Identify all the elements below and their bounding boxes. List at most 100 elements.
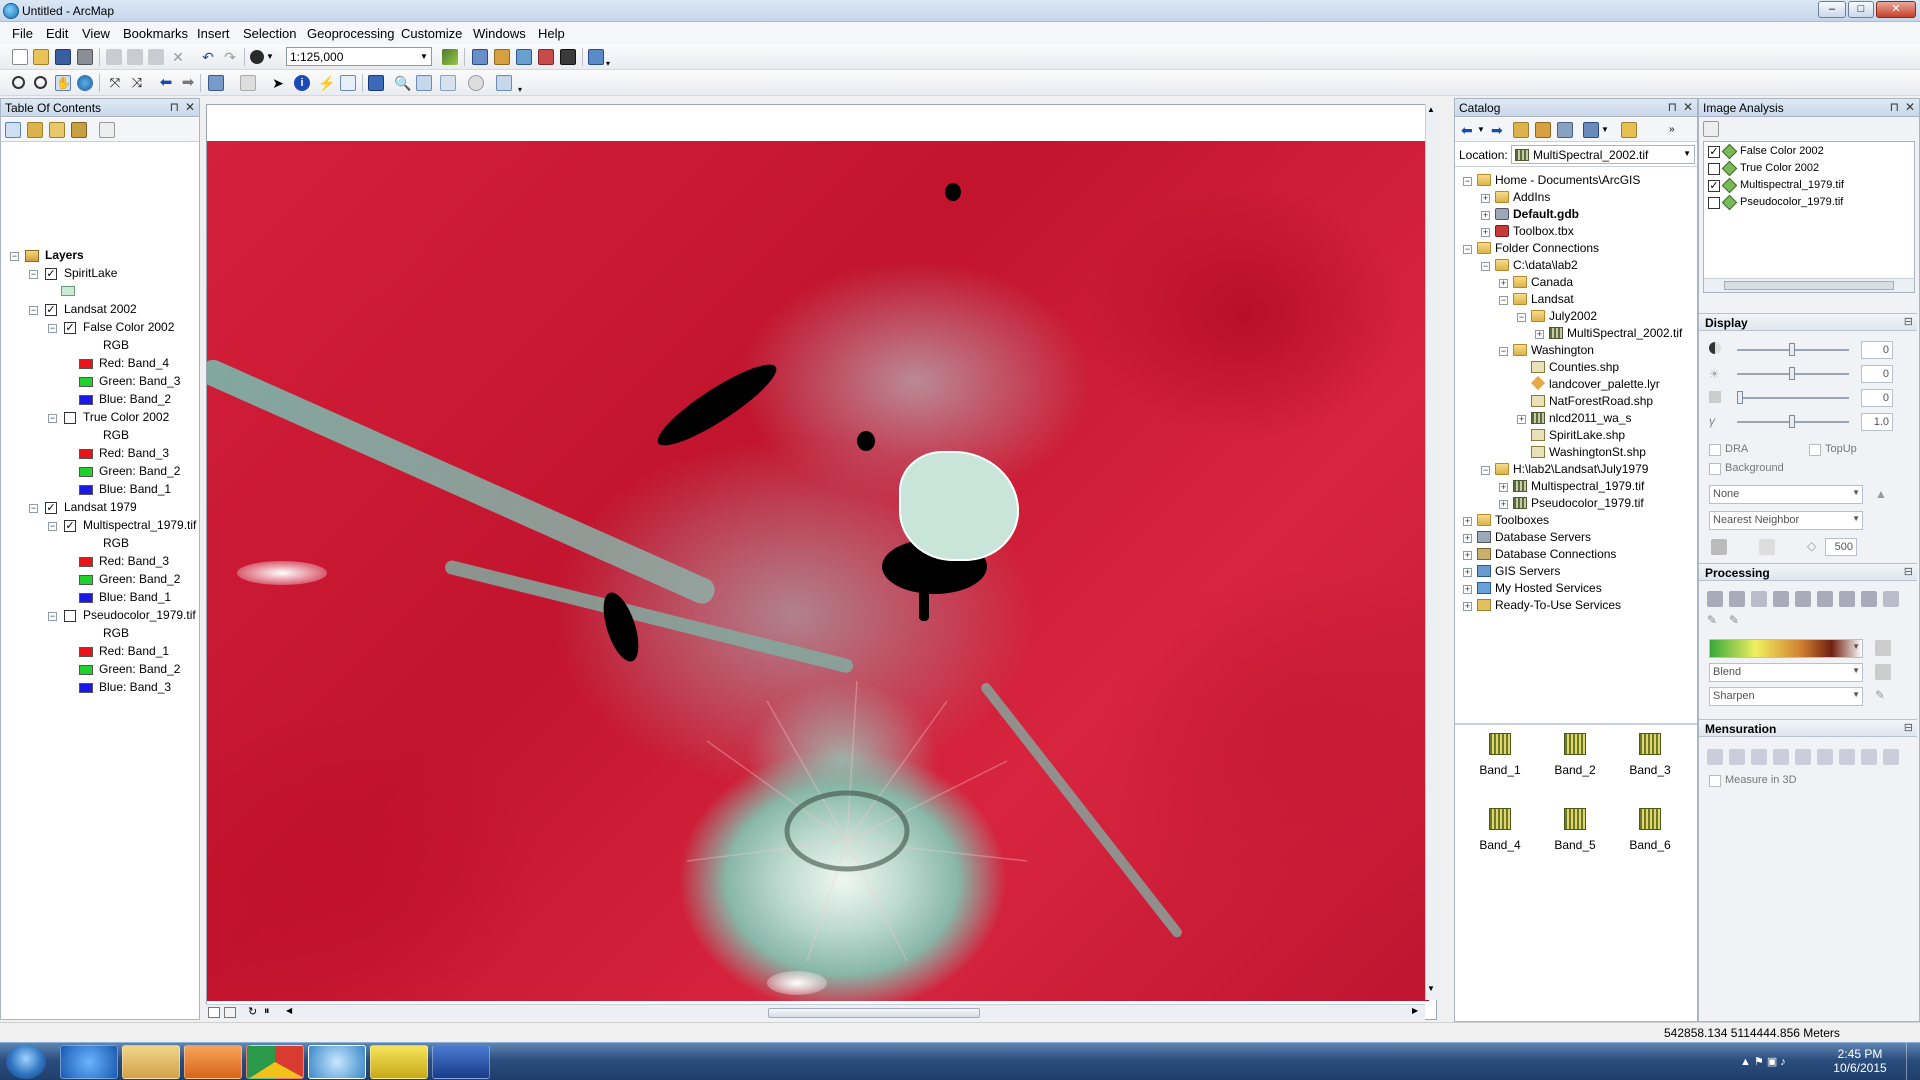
map-scale-combobox[interactable]: 1:125,000 ▼ xyxy=(286,47,432,66)
back-icon[interactable]: ⬅ xyxy=(1461,122,1477,138)
tree-spiritlake-shp[interactable]: SpiritLake.shp xyxy=(1549,427,1625,444)
tree-nlcd2011[interactable]: nlcd2011_wa_s xyxy=(1549,410,1632,427)
internet-explorer-icon[interactable] xyxy=(60,1045,118,1079)
expand-canada-toggle[interactable]: + xyxy=(1499,279,1508,288)
word-icon[interactable] xyxy=(432,1045,490,1079)
tree-july2002[interactable]: July2002 xyxy=(1549,308,1597,325)
transparency-value[interactable]: 0 xyxy=(1861,389,1893,407)
sharpen-dropdown[interactable]: Sharpen ▼ xyxy=(1709,687,1863,706)
band-5-item[interactable]: Band_5 xyxy=(1542,800,1608,866)
connect-folder-icon[interactable] xyxy=(1557,122,1573,138)
chevron-down-icon[interactable]: ▼ xyxy=(1852,514,1860,523)
data-view-icon[interactable] xyxy=(208,1007,220,1018)
band-2-item[interactable]: Band_2 xyxy=(1542,725,1608,791)
select-elements-icon[interactable]: ➤ xyxy=(270,75,286,91)
red-band-swatch[interactable] xyxy=(79,449,93,459)
go-to-xy-icon[interactable] xyxy=(440,75,456,91)
chevron-down-icon[interactable]: ▼ xyxy=(1852,488,1860,497)
pseudocolor-1979-ia-checkbox[interactable] xyxy=(1708,197,1720,209)
menu-customize[interactable]: Customize xyxy=(401,26,462,41)
spiritlake-symbol[interactable] xyxy=(61,286,75,296)
pan-sharpen-icon[interactable]: ✎ xyxy=(1729,613,1745,629)
chevron-down-icon[interactable]: ▼ xyxy=(1852,666,1860,675)
pin-icon[interactable]: ⊓ xyxy=(1890,100,1899,114)
red-band-swatch[interactable] xyxy=(79,647,93,657)
ia-layer-false-color-2002[interactable]: False Color 2002 xyxy=(1740,143,1824,160)
layer-multispectral-1979[interactable]: Multispectral_1979.tif xyxy=(83,517,196,534)
tree-multispectral-1979[interactable]: Multispectral_1979.tif xyxy=(1531,478,1644,495)
refresh-icon[interactable]: ↻ xyxy=(248,1005,257,1018)
create-viewer-window-icon[interactable] xyxy=(496,75,512,91)
tree-washington[interactable]: Washington xyxy=(1531,342,1594,359)
location-combobox[interactable]: MultiSpectral_2002.tif ▼ xyxy=(1511,145,1695,164)
expand-ready-toggle[interactable]: + xyxy=(1463,602,1472,611)
menu-file[interactable]: File xyxy=(12,26,33,41)
maximize-button[interactable]: □ xyxy=(1848,1,1874,18)
rate-icon[interactable]: ◇ xyxy=(1807,539,1823,555)
save-icon[interactable] xyxy=(55,49,71,65)
green-band-swatch[interactable] xyxy=(79,377,93,387)
toolbar-options-icon-2[interactable]: ▾ xyxy=(518,82,534,98)
tree-washingtonst[interactable]: WashingtonSt.shp xyxy=(1549,444,1646,461)
menu-bookmarks[interactable]: Bookmarks xyxy=(123,26,188,41)
ia-layer-pseudocolor-1979[interactable]: Pseudocolor_1979.tif xyxy=(1740,194,1843,211)
landsat1979-visibility-checkbox[interactable]: ✓ xyxy=(45,502,57,514)
tree-natforestroad[interactable]: NatForestRoad.shp xyxy=(1549,393,1653,410)
tree-multispectral-2002[interactable]: MultiSpectral_2002.tif xyxy=(1567,325,1682,342)
copy-icon[interactable] xyxy=(127,49,143,65)
layer-true-color-2002[interactable]: True Color 2002 xyxy=(83,409,169,426)
tree-h-lab2-july1979[interactable]: H:\lab2\Landsat\July1979 xyxy=(1513,461,1648,478)
background-checkbox[interactable] xyxy=(1709,463,1721,475)
tree-pseudocolor-1979[interactable]: Pseudocolor_1979.tif xyxy=(1531,495,1644,512)
chevron-down-icon[interactable]: ▼ xyxy=(1683,149,1691,158)
print-icon[interactable] xyxy=(77,49,93,65)
spiritlake-visibility-checkbox[interactable]: ✓ xyxy=(45,268,57,280)
mensuration-section-header[interactable]: Mensuration ⊟ xyxy=(1699,719,1917,737)
open-icon[interactable] xyxy=(33,49,49,65)
model-builder-icon[interactable] xyxy=(588,49,604,65)
full-extent-icon[interactable] xyxy=(77,75,93,91)
arcmap-taskbar-icon[interactable] xyxy=(308,1045,366,1079)
list-by-selection-icon[interactable] xyxy=(71,122,87,138)
blue-band-swatch[interactable] xyxy=(79,395,93,405)
group-landsat-2002[interactable]: Landsat 2002 xyxy=(64,301,137,318)
select-features-icon[interactable] xyxy=(208,75,224,91)
expand-pc1979-toggle[interactable]: + xyxy=(1499,500,1508,509)
expand-gis-servers-toggle[interactable]: + xyxy=(1463,568,1472,577)
close-icon[interactable]: ✕ xyxy=(1683,100,1693,114)
redo-icon[interactable]: ↷ xyxy=(222,49,238,65)
band-3-item[interactable]: Band_3 xyxy=(1617,725,1683,791)
clip-icon[interactable] xyxy=(1707,591,1723,607)
measure-icon[interactable] xyxy=(368,75,384,91)
cut-icon[interactable] xyxy=(106,49,122,65)
scroll-up-icon[interactable]: ▲ xyxy=(1427,105,1435,114)
clear-measure-icon[interactable] xyxy=(1861,749,1877,765)
blue-band-swatch[interactable] xyxy=(79,683,93,693)
file-explorer-icon[interactable] xyxy=(122,1045,180,1079)
landsat2002-visibility-checkbox[interactable]: ✓ xyxy=(45,304,57,316)
height-icon[interactable] xyxy=(1729,749,1745,765)
map-view[interactable] xyxy=(206,104,1437,1020)
clock[interactable]: 2:45 PM 10/6/2015 xyxy=(1832,1047,1888,1075)
list-by-drawing-order-icon[interactable] xyxy=(5,122,21,138)
band-1-item[interactable]: Band_1 xyxy=(1467,725,1533,791)
map-vertical-scrollbar[interactable]: ▲ ▼ xyxy=(1425,104,1437,1000)
stretch-dropdown[interactable]: None ▼ xyxy=(1709,485,1863,504)
expand-nlcd-toggle[interactable]: + xyxy=(1517,415,1526,424)
differencing-icon[interactable] xyxy=(1839,591,1855,607)
search-window-icon[interactable] xyxy=(516,49,532,65)
flicker-icon[interactable] xyxy=(1759,539,1775,555)
layer-false-color-2002[interactable]: False Color 2002 xyxy=(83,319,174,336)
tree-home[interactable]: Home - Documents\ArcGIS xyxy=(1495,172,1640,189)
delete-icon[interactable]: ✕ xyxy=(170,49,186,65)
menu-edit[interactable]: Edit xyxy=(46,26,68,41)
tree-toolboxes[interactable]: Toolboxes xyxy=(1495,512,1549,529)
collapse-home-toggle[interactable]: − xyxy=(1463,177,1472,186)
colormap-icon[interactable] xyxy=(1875,640,1891,656)
collapse-landsat2002-toggle[interactable]: − xyxy=(29,306,38,315)
display-section-header[interactable]: Display ⊟ xyxy=(1699,313,1917,331)
ia-list-scrollbar[interactable] xyxy=(1704,278,1914,292)
map-horizontal-scrollbar[interactable]: ↻ ⏸ ◀ ▶ xyxy=(206,1004,1425,1020)
histogram-icon[interactable]: ▲ xyxy=(1875,487,1891,503)
data-frame-label[interactable]: Layers xyxy=(45,247,84,264)
